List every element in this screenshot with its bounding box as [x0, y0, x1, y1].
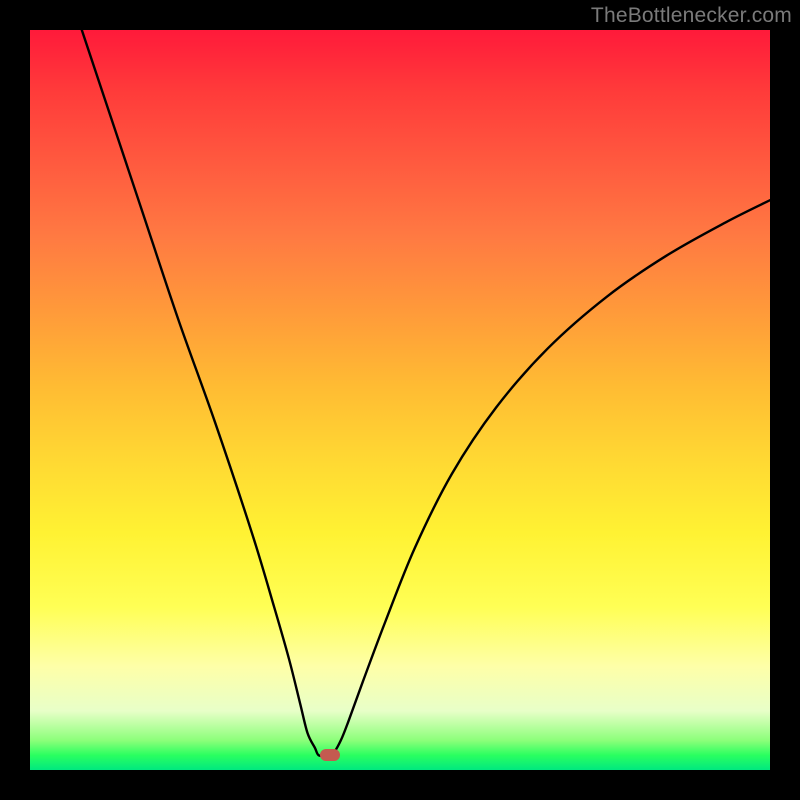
optimum-marker: [320, 749, 340, 761]
bottleneck-curve: [82, 30, 770, 756]
plot-area: [30, 30, 770, 770]
curve-svg: [30, 30, 770, 770]
watermark-text: TheBottlenecker.com: [591, 4, 792, 28]
chart-frame: TheBottlenecker.com: [0, 0, 800, 800]
